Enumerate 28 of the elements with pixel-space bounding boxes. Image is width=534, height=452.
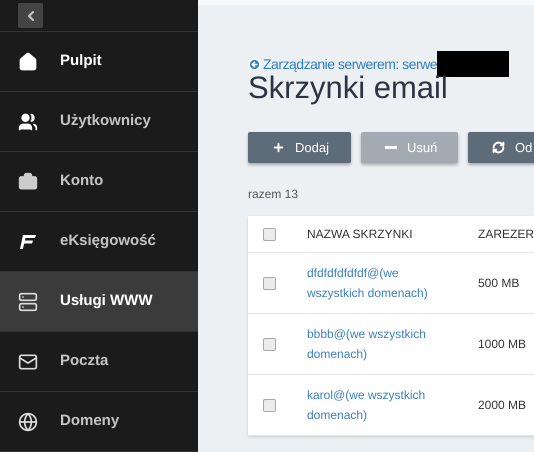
table-cell-text: 1000 MB xyxy=(478,336,526,353)
server-icon xyxy=(18,292,38,312)
checkbox[interactable] xyxy=(262,228,276,240)
refresh-icon xyxy=(492,141,505,154)
minus-icon xyxy=(385,146,397,149)
checkbox[interactable] xyxy=(262,398,276,412)
mailbox-link[interactable]: dfdfdfdfdfdf@(we wszystkich domenach) xyxy=(307,263,447,303)
plus-icon xyxy=(272,141,285,154)
total-count: razem 13 xyxy=(248,186,300,203)
f-logo-icon xyxy=(20,234,36,248)
back-icon xyxy=(248,58,261,70)
table-cell-text: 500 MB xyxy=(478,275,520,292)
collapse-button[interactable] xyxy=(18,3,43,28)
table-cell-text: 2000 MB xyxy=(478,397,526,414)
briefcase-icon xyxy=(18,172,38,192)
mailbox-link[interactable]: karol@(we wszystkich domenach) xyxy=(307,385,447,425)
toolbar-button[interactable]: Od xyxy=(468,132,534,163)
users-icon xyxy=(18,112,38,132)
column-header: NAZWA SKRZYNKI xyxy=(306,226,414,243)
checkbox[interactable] xyxy=(262,276,276,290)
globe-icon xyxy=(18,412,38,432)
checkbox[interactable] xyxy=(262,338,276,350)
mailbox-link[interactable]: bbbb@(we wszystkich domenach) xyxy=(307,324,447,364)
mail-icon xyxy=(18,352,38,372)
column-header: ZAREZER xyxy=(478,226,534,243)
toolbar-button[interactable]: Dodaj xyxy=(248,132,351,163)
home-icon xyxy=(18,52,38,72)
sidebar-item[interactable]: Usługi WWW xyxy=(0,272,198,332)
